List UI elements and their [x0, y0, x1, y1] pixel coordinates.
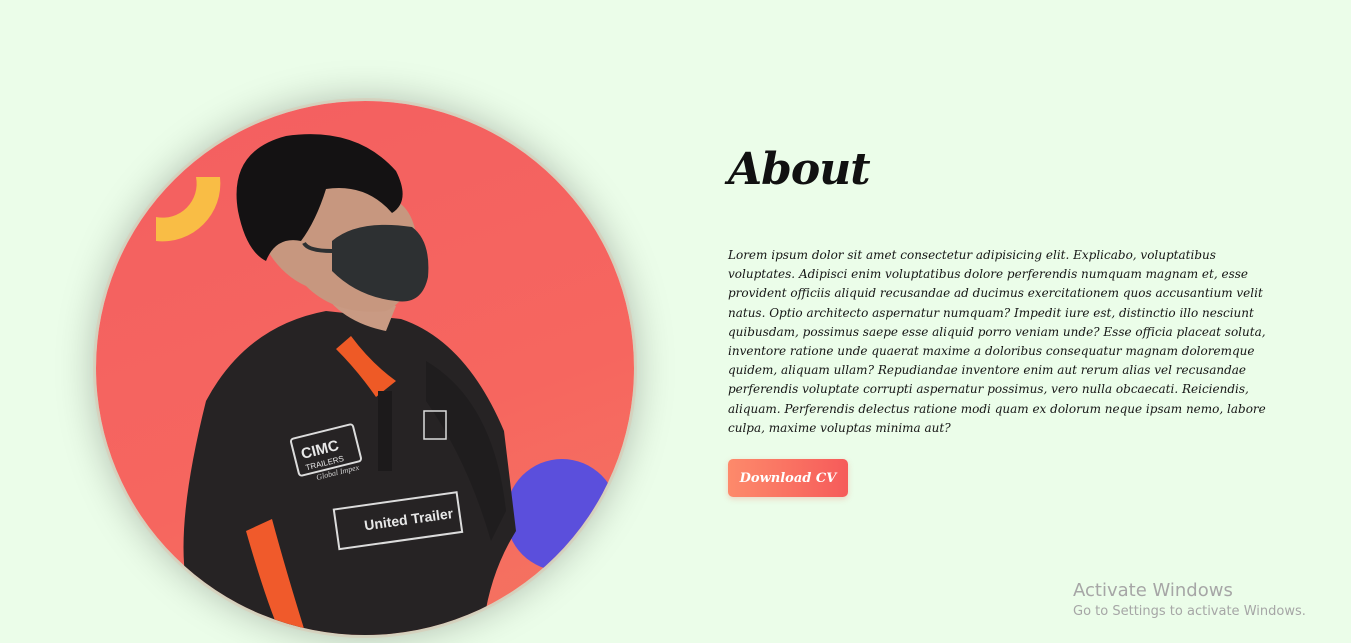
watermark-subtitle: Go to Settings to activate Windows.: [1073, 604, 1306, 619]
profile-photo: CIMC TRAILERS Global Impex United Traile…: [96, 101, 634, 635]
person-figure: CIMC TRAILERS Global Impex United Traile…: [183, 134, 516, 635]
watermark-title: Activate Windows: [1073, 580, 1233, 601]
yellow-arc-decoration: [156, 177, 221, 242]
about-section: CIMC TRAILERS Global Impex United Traile…: [0, 0, 1351, 643]
about-paragraph: Lorem ipsum dolor sit amet consectetur a…: [728, 248, 1266, 435]
blue-circle-decoration: [506, 459, 618, 571]
windows-activation-watermark: Activate Windows Go to Settings to activ…: [1073, 580, 1306, 622]
download-cv-button[interactable]: Download CV: [728, 459, 848, 497]
page-title: About: [728, 144, 871, 195]
